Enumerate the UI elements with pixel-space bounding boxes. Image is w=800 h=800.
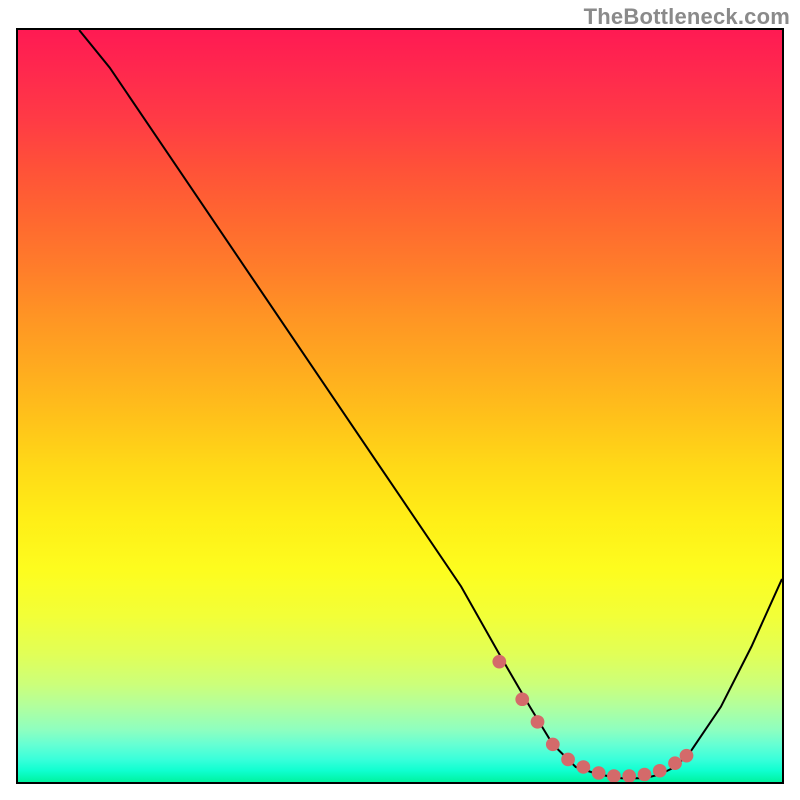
chart-container: TheBottleneck.com bbox=[0, 0, 800, 800]
highlight-dot bbox=[653, 764, 667, 778]
highlight-dot bbox=[546, 738, 560, 752]
bottleneck-curve-line bbox=[79, 30, 782, 778]
curve-svg bbox=[18, 30, 782, 782]
highlight-dot bbox=[492, 655, 506, 669]
plot-frame bbox=[16, 28, 784, 784]
highlight-dots bbox=[492, 655, 693, 782]
highlight-dot bbox=[515, 693, 529, 707]
highlight-dot bbox=[607, 769, 621, 782]
highlight-dot bbox=[638, 768, 652, 782]
highlight-dot bbox=[592, 766, 606, 780]
highlight-dot bbox=[622, 769, 636, 782]
highlight-dot bbox=[668, 756, 682, 770]
highlight-dot bbox=[680, 749, 694, 763]
highlight-dot bbox=[576, 760, 590, 774]
highlight-dot bbox=[561, 753, 575, 767]
attribution-text: TheBottleneck.com bbox=[584, 4, 790, 30]
highlight-dot bbox=[531, 715, 545, 729]
